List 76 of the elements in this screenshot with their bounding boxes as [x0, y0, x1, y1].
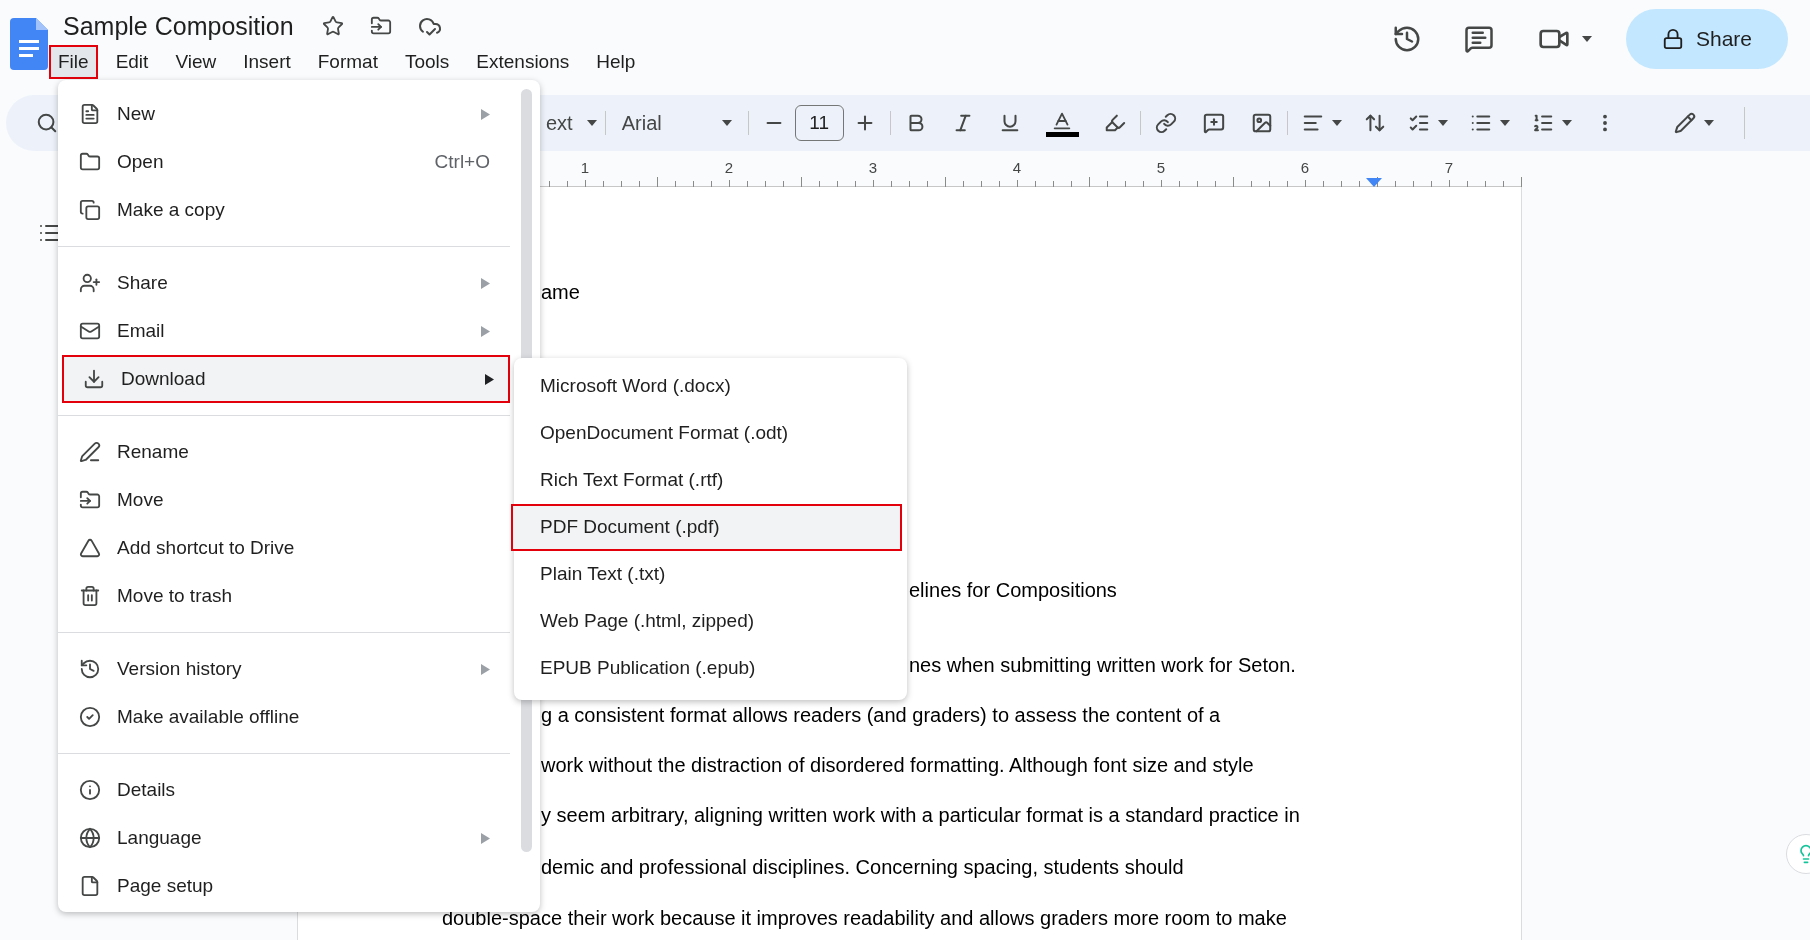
globe-icon — [79, 827, 101, 849]
caret-icon — [1499, 120, 1510, 126]
caret-icon — [586, 120, 597, 126]
document-text: y seem arbitrary, aligning written work with a particular format is a standard practice in — [541, 803, 1300, 827]
folder-arrow-icon[interactable] — [369, 15, 392, 37]
download-format-item[interactable]: Microsoft Word (.docx) — [514, 363, 907, 410]
caret-icon — [1331, 120, 1342, 126]
download-format-item[interactable]: Plain Text (.txt) — [514, 551, 907, 598]
mail-icon — [79, 320, 101, 342]
history-icon — [79, 658, 101, 680]
font-dropdown[interactable]: Arial — [621, 108, 662, 138]
star-icon[interactable] — [321, 15, 344, 37]
file-menu-item[interactable]: Share — [58, 259, 506, 307]
folder-arrow-icon — [79, 489, 101, 511]
comments-icon[interactable] — [1463, 24, 1494, 54]
menu-bar-item[interactable]: Tools — [395, 45, 459, 79]
caret-icon — [721, 120, 732, 126]
caret-icon — [1581, 36, 1592, 42]
line-spacing-icon[interactable] — [1363, 112, 1386, 134]
menu-bar-item[interactable]: Extensions — [467, 45, 579, 79]
new-document-icon — [79, 103, 101, 125]
file-menu-item[interactable]: Email — [58, 307, 506, 355]
file-menu-item[interactable]: Make a copy — [58, 186, 506, 234]
copy-icon — [79, 199, 101, 221]
paragraph-style-dropdown[interactable]: ext — [546, 108, 573, 138]
page-icon — [79, 875, 101, 897]
file-menu-item[interactable]: Rename — [58, 428, 506, 476]
trash-icon — [79, 585, 101, 607]
download-format-item[interactable]: EPUB Publication (.epub) — [514, 645, 907, 692]
font-size-field[interactable]: 11 — [794, 105, 844, 141]
caret-icon — [1437, 120, 1448, 126]
menu-bar-item[interactable]: Format — [308, 45, 387, 79]
download-format-item[interactable]: Rich Text Format (.rtf) — [514, 457, 907, 504]
download-format-item[interactable]: Web Page (.html, zipped) — [514, 598, 907, 645]
pencil-icon — [79, 441, 101, 463]
pencil-icon[interactable] — [1673, 112, 1696, 134]
folder-icon — [79, 151, 101, 173]
link-icon[interactable] — [1154, 112, 1177, 134]
highlighter-icon[interactable] — [1103, 112, 1126, 134]
lock-icon — [1661, 28, 1684, 50]
file-menu-item[interactable]: Move to trash — [58, 572, 506, 620]
caret-icon — [1561, 120, 1572, 126]
share-button[interactable]: Share — [1625, 9, 1788, 69]
file-menu-item[interactable]: Details — [58, 766, 506, 814]
document-text: elines for Compositions — [909, 578, 1117, 602]
image-icon[interactable] — [1250, 112, 1273, 134]
check-circle-icon — [79, 706, 101, 728]
document-title[interactable]: Sample Composition — [59, 10, 298, 42]
download-format-item[interactable]: OpenDocument Format (.odt) — [514, 410, 907, 457]
caret-icon — [1703, 120, 1714, 126]
file-menu-item[interactable]: Make available offline — [58, 693, 506, 741]
document-text: nes when submitting written work for Seton. — [909, 653, 1296, 677]
file-menu-item[interactable]: Download — [62, 355, 510, 403]
file-menu-item[interactable]: Open Ctrl+O — [58, 138, 506, 186]
numbered-list-icon[interactable] — [1531, 112, 1554, 134]
info-icon — [79, 779, 101, 801]
file-menu-item[interactable]: Language — [58, 814, 506, 862]
menu-bar-item[interactable]: File — [49, 45, 98, 79]
menu-bar-item[interactable]: Insert — [234, 45, 300, 79]
download-icon — [83, 368, 105, 390]
document-text: demic and professional disciplines. Concerning spacing, students should — [541, 855, 1184, 879]
document-text: ame — [541, 280, 580, 304]
download-format-item[interactable]: PDF Document (.pdf) — [511, 504, 902, 551]
docs-logo-icon[interactable] — [10, 18, 48, 70]
file-menu-item[interactable]: New — [58, 90, 506, 138]
menu-bar-item[interactable]: Edit — [106, 45, 158, 79]
file-menu-item[interactable]: Add shortcut to Drive — [58, 524, 506, 572]
add-person-icon — [79, 272, 101, 294]
file-menu-item[interactable]: Move — [58, 476, 506, 524]
file-menu-item[interactable]: Version history — [58, 645, 506, 693]
menu-bar-item[interactable]: Help — [587, 45, 645, 79]
search-icon[interactable] — [36, 112, 58, 134]
menu-bar-item[interactable]: View — [166, 45, 226, 79]
document-text: g a consistent format allows readers (and graders) to assess the content of a — [541, 703, 1221, 727]
add-comment-icon[interactable] — [1202, 112, 1225, 134]
document-text: work without the distraction of disordered formatting. Although font size and style — [541, 753, 1254, 777]
